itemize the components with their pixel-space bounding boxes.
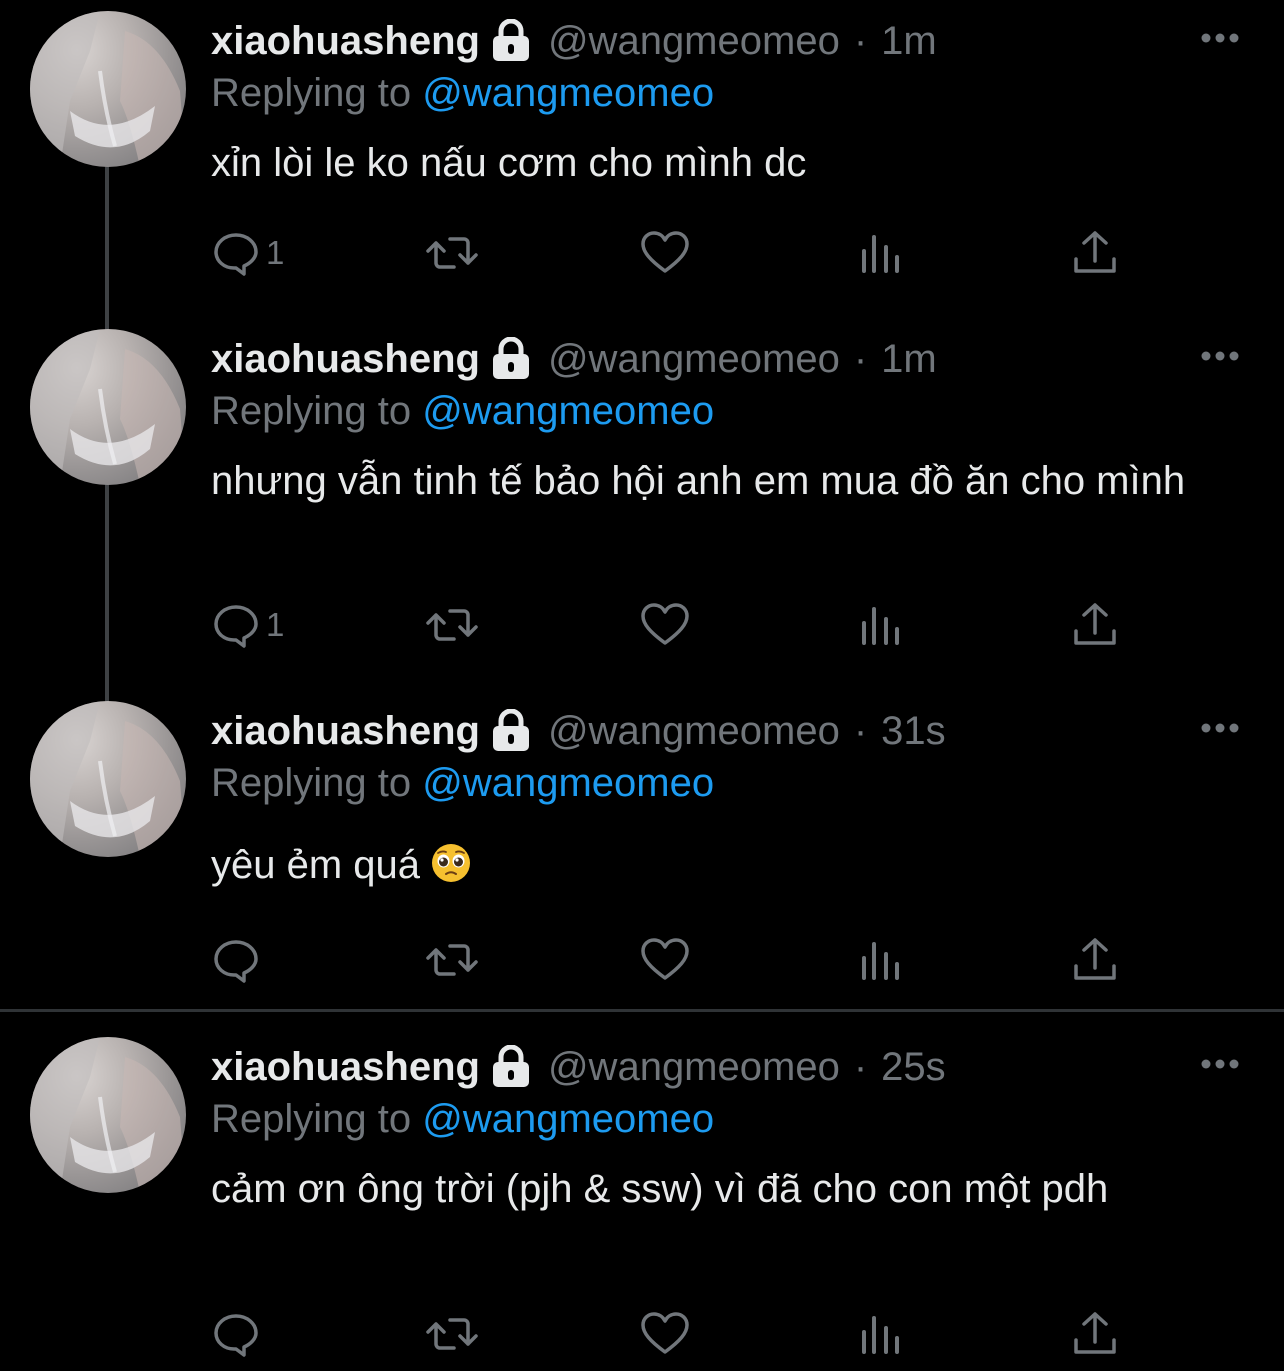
retweet-icon [426, 1318, 478, 1350]
timestamp[interactable]: 1m [881, 13, 937, 69]
mention-link[interactable]: @wangmeomeo [422, 1097, 714, 1141]
retweet-icon [426, 237, 478, 269]
display-name[interactable]: xiaohuasheng [211, 331, 480, 387]
tweet-text: cảm ơn ông trời (pjh & ssw) vì đã cho co… [211, 1167, 1109, 1211]
tweet[interactable]: xiaohuasheng @wangmeomeo · 1m Replying t… [0, 318, 1284, 698]
lock-icon [490, 336, 532, 381]
retweet-button[interactable] [424, 228, 480, 278]
display-name[interactable]: xiaohuasheng [211, 703, 480, 759]
retweet-button[interactable] [424, 600, 480, 650]
reply-count: 1 [266, 234, 285, 271]
like-button[interactable] [640, 228, 690, 278]
tweet-text: yêu ẻm quá [211, 838, 1251, 892]
timestamp[interactable]: 31s [881, 703, 946, 759]
heart-icon [641, 938, 689, 980]
more-icon[interactable] [1200, 1057, 1240, 1071]
share-button[interactable] [1072, 228, 1118, 278]
retweet-button[interactable] [424, 935, 480, 985]
separator-dot: · [853, 1045, 868, 1089]
reply-button[interactable] [212, 935, 260, 985]
user-handle[interactable]: @wangmeomeo [548, 1039, 840, 1095]
reply-button[interactable]: 1 [212, 600, 284, 650]
replying-to-label: Replying to [211, 761, 412, 805]
views-icon [862, 235, 899, 273]
tweet-text-content: yêu ẻm quá [211, 843, 421, 887]
share-icon [1074, 1312, 1116, 1354]
replying-to-label: Replying to [211, 1097, 412, 1141]
like-button[interactable] [640, 935, 690, 985]
share-button[interactable] [1072, 935, 1118, 985]
more-icon[interactable] [1200, 349, 1240, 363]
timestamp[interactable]: 25s [881, 1039, 946, 1095]
share-icon [1074, 938, 1116, 980]
tweet[interactable]: xiaohuasheng @wangmeomeo · 1m Replying t… [0, 0, 1284, 320]
replying-to-label: Replying to [211, 389, 412, 433]
avatar[interactable] [30, 1037, 186, 1193]
tweet[interactable]: xiaohuasheng @wangmeomeo · 25s Replying … [0, 1026, 1284, 1371]
views-button[interactable] [860, 1309, 902, 1359]
reply-icon [214, 1314, 258, 1357]
separator-dot: · [853, 337, 868, 381]
replying-to: Replying to @wangmeomeo [211, 758, 714, 808]
heart-icon [641, 603, 689, 645]
user-handle[interactable]: @wangmeomeo [548, 331, 840, 387]
replying-to: Replying to @wangmeomeo [211, 68, 714, 118]
views-button[interactable] [860, 228, 902, 278]
retweet-icon [426, 944, 478, 976]
views-button[interactable] [860, 600, 902, 650]
lock-icon [490, 18, 532, 63]
avatar[interactable] [30, 329, 186, 485]
user-handle[interactable]: @wangmeomeo [548, 703, 840, 759]
pleading-face-emoji [430, 842, 472, 884]
tweet-text: xỉn lòi le ko nấu cơm cho mình dc [211, 141, 807, 185]
like-button[interactable] [640, 1309, 690, 1359]
heart-icon [641, 231, 689, 273]
separator-dot: · [853, 709, 868, 753]
tweet-header: xiaohuasheng @wangmeomeo · 1m [211, 331, 937, 387]
avatar[interactable] [30, 701, 186, 857]
like-button[interactable] [640, 600, 690, 650]
avatar[interactable] [30, 11, 186, 167]
mention-link[interactable]: @wangmeomeo [422, 761, 714, 805]
tweet-header: xiaohuasheng @wangmeomeo · 25s [211, 1039, 946, 1095]
user-handle[interactable]: @wangmeomeo [548, 13, 840, 69]
views-icon [862, 607, 899, 645]
timestamp[interactable]: 1m [881, 331, 937, 387]
replying-to: Replying to @wangmeomeo [211, 1094, 714, 1144]
retweet-button[interactable] [424, 1309, 480, 1359]
tweet-text: nhưng vẫn tinh tế bảo hội anh em mua đồ … [211, 459, 1186, 503]
lock-icon [490, 1044, 532, 1089]
reply-icon [214, 233, 258, 276]
share-icon [1074, 231, 1116, 273]
reply-button[interactable]: 1 [212, 228, 284, 278]
more-icon[interactable] [1200, 31, 1240, 45]
retweet-icon [426, 609, 478, 641]
share-button[interactable] [1072, 600, 1118, 650]
tweet[interactable]: xiaohuasheng @wangmeomeo · 31s Replying … [0, 690, 1284, 1008]
lock-icon [490, 708, 532, 753]
reply-icon [214, 940, 258, 983]
display-name[interactable]: xiaohuasheng [211, 1039, 480, 1095]
tweet-header: xiaohuasheng @wangmeomeo · 31s [211, 703, 946, 759]
reply-count: 1 [266, 606, 285, 643]
separator-dot: · [853, 19, 868, 63]
reply-icon [214, 605, 258, 648]
tweet-divider [0, 1009, 1284, 1012]
reply-button[interactable] [212, 1309, 260, 1359]
views-button[interactable] [860, 935, 902, 985]
views-icon [862, 1316, 899, 1354]
heart-icon [641, 1312, 689, 1354]
more-icon[interactable] [1200, 721, 1240, 735]
replying-to-label: Replying to [211, 71, 412, 115]
tweet-header: xiaohuasheng @wangmeomeo · 1m [211, 13, 937, 69]
display-name[interactable]: xiaohuasheng [211, 13, 480, 69]
share-button[interactable] [1072, 1309, 1118, 1359]
share-icon [1074, 603, 1116, 645]
replying-to: Replying to @wangmeomeo [211, 386, 714, 436]
mention-link[interactable]: @wangmeomeo [422, 71, 714, 115]
mention-link[interactable]: @wangmeomeo [422, 389, 714, 433]
views-icon [862, 942, 899, 980]
